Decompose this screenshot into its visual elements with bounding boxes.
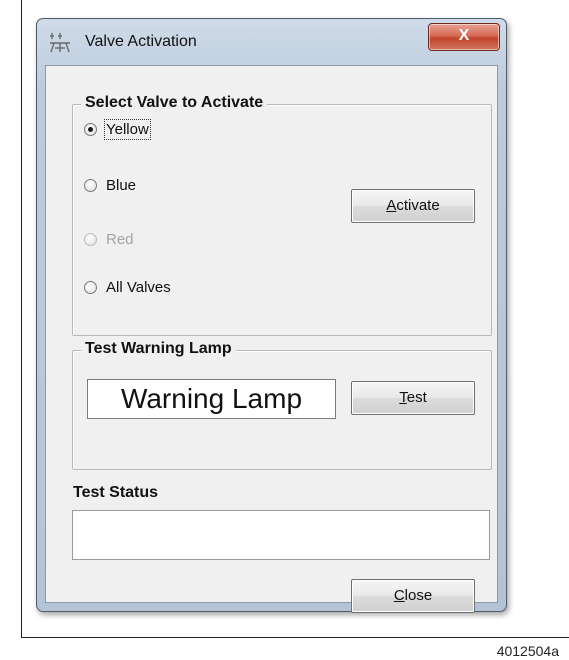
test-accelerator: T	[399, 389, 407, 406]
radio-label-yellow[interactable]: Yellow	[104, 118, 151, 140]
figure-border-left	[21, 0, 22, 638]
window-title: Valve Activation	[85, 33, 197, 50]
radio-label-blue[interactable]: Blue	[106, 177, 136, 194]
radio-button-red	[84, 232, 97, 246]
close-accelerator: C	[393, 587, 405, 604]
activate-button[interactable]: Activate	[351, 189, 475, 223]
radio-yellow[interactable]: Yellow	[84, 118, 151, 140]
test-warning-lamp-group-title: Test Warning Lamp	[81, 340, 236, 358]
radio-red: Red	[84, 228, 134, 250]
test-button[interactable]: Test	[351, 381, 475, 415]
radio-label-all-valves[interactable]: All Valves	[106, 279, 171, 296]
radio-blue[interactable]: Blue	[84, 174, 136, 196]
test-label-rest: est	[406, 389, 427, 406]
test-status-field	[72, 510, 490, 560]
radio-button-blue[interactable]	[84, 178, 97, 192]
dialog-client-area: Select Valve to Activate Yellow Blue Red…	[45, 65, 498, 613]
select-valve-group-title: Select Valve to Activate	[81, 94, 268, 112]
radio-button-all-valves[interactable]	[84, 280, 97, 294]
figure-border-bottom	[21, 637, 569, 638]
activate-accelerator: A	[386, 197, 397, 214]
radio-button-yellow[interactable]	[84, 122, 97, 136]
window-close-button[interactable]: X	[428, 23, 500, 51]
test-status-label: Test Status	[73, 484, 159, 501]
figure-code: 4012504a	[496, 643, 559, 659]
warning-lamp-indicator: Warning Lamp	[87, 379, 336, 419]
radio-label-red: Red	[106, 230, 134, 248]
close-label-rest: lose	[404, 587, 433, 604]
close-button[interactable]: Close	[351, 579, 475, 613]
title-bar[interactable]: Valve Activation X	[37, 19, 506, 65]
valve-icon	[50, 33, 70, 53]
radio-all-valves[interactable]: All Valves	[84, 276, 171, 298]
valve-activation-window: Valve Activation X Select Valve to Activ…	[36, 18, 507, 613]
activate-label-rest: ctivate	[396, 197, 440, 214]
